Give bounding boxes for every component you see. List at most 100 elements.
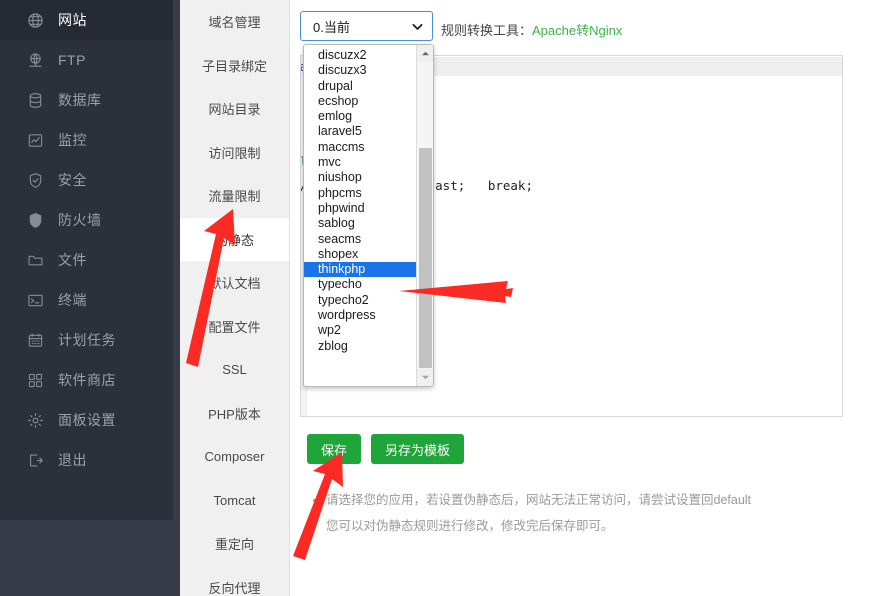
- submenu-item-2[interactable]: 子目录绑定: [180, 44, 289, 88]
- submenu-item-10[interactable]: PHP版本: [180, 392, 289, 436]
- dropdown-scrollbar[interactable]: [416, 45, 433, 386]
- main-content-pane: 0.当前 规则转换工具：Apache转Nginx untime|applicat…: [291, 0, 896, 596]
- sidebar-item-7[interactable]: 文件: [0, 240, 180, 280]
- submenu-item-1[interactable]: 域名管理: [180, 0, 289, 44]
- sidebar-item-label: 计划任务: [58, 330, 116, 350]
- chevron-down-icon: [411, 20, 424, 33]
- application-option-list: discuzx2discuzx3drupalecshopemloglaravel…: [304, 48, 417, 354]
- submenu-item-label: PHP版本: [208, 404, 261, 423]
- submenu-item-6[interactable]: 伪静态: [180, 218, 289, 262]
- bullet-icon: [313, 499, 316, 502]
- sidebar-item-11[interactable]: 面板设置: [0, 400, 180, 440]
- site-settings-menu-list: 域名管理子目录绑定网站目录访问限制流量限制伪静态默认文档配置文件 SSL PHP版本…: [180, 0, 289, 596]
- sidebar-item-3[interactable]: 数据库: [0, 80, 180, 120]
- submenu-item-label: SSL: [222, 362, 247, 377]
- dropdown-option-thinkphp[interactable]: thinkphp: [304, 262, 417, 277]
- sidebar-item-2[interactable]: FTP: [0, 40, 180, 80]
- dropdown-option-discuzx3[interactable]: discuzx3: [304, 63, 417, 78]
- scroll-up-arrow-icon[interactable]: [417, 45, 434, 62]
- dropdown-option-emlog[interactable]: emlog: [304, 109, 417, 124]
- submenu-item-4[interactable]: 访问限制: [180, 131, 289, 175]
- submenu-item-label: 流量限制: [208, 186, 260, 205]
- sidebar-item-9[interactable]: 计划任务: [0, 320, 180, 360]
- dropdown-option-wordpress[interactable]: wordpress: [304, 308, 417, 323]
- grid-icon: [26, 371, 44, 389]
- dropdown-option-discuzx2[interactable]: discuzx2: [304, 48, 417, 63]
- sidebar-divider: [173, 0, 180, 596]
- submenu-item-label: Tomcat: [214, 493, 256, 508]
- dropdown-option-niushop[interactable]: niushop: [304, 170, 417, 185]
- monitor-icon: [26, 131, 44, 149]
- dropdown-option-laravel5[interactable]: laravel5: [304, 124, 417, 139]
- sidebar-item-1[interactable]: 网站: [0, 0, 180, 40]
- application-select[interactable]: 0.当前: [300, 11, 433, 41]
- submenu-item-label: 反向代理: [208, 578, 260, 596]
- primary-sidebar: 网站 FTP数据库监控安全防火墙文件终端计划任务软件商店面板设置退出: [0, 0, 180, 596]
- sidebar-item-label: 安全: [58, 170, 87, 190]
- sidebar-item-12[interactable]: 退出: [0, 440, 180, 480]
- app-root: 网站 FTP数据库监控安全防火墙文件终端计划任务软件商店面板设置退出 域名管理子目…: [0, 0, 896, 596]
- apache-to-nginx-link[interactable]: Apache转Nginx: [532, 23, 622, 38]
- database-icon: [26, 91, 44, 109]
- bullet-icon: [313, 525, 316, 528]
- dropdown-option-ecshop[interactable]: ecshop: [304, 94, 417, 109]
- dropdown-option-wp2[interactable]: wp2: [304, 323, 417, 338]
- hint-row-2: 您可以对伪静态规则进行修改，修改完后保存即可。: [307, 513, 827, 539]
- submenu-item-3[interactable]: 网站目录: [180, 87, 289, 131]
- dropdown-option-sablog[interactable]: sablog: [304, 216, 417, 231]
- dropdown-option-phpcms[interactable]: phpcms: [304, 186, 417, 201]
- submenu-item-11[interactable]: Composer: [180, 435, 289, 479]
- submenu-item-5[interactable]: 流量限制: [180, 174, 289, 218]
- submenu-item-label: 访问限制: [208, 143, 260, 162]
- folder-icon: [26, 251, 44, 269]
- rule-conversion-tool: 规则转换工具：Apache转Nginx: [441, 20, 622, 39]
- primary-nav-list: 网站 FTP数据库监控安全防火墙文件终端计划任务软件商店面板设置退出: [0, 0, 180, 480]
- terminal-icon: [26, 291, 44, 309]
- gear-icon: [26, 411, 44, 429]
- submenu-item-13[interactable]: 重定向: [180, 522, 289, 566]
- submenu-item-label: 伪静态: [215, 230, 254, 249]
- sidebar-item-label: 退出: [58, 450, 87, 470]
- sidebar-item-6[interactable]: 防火墙: [0, 200, 180, 240]
- submenu-item-7[interactable]: 默认文档: [180, 261, 289, 305]
- dropdown-option-zblog[interactable]: zblog: [304, 339, 417, 354]
- save-as-template-button[interactable]: 另存为模板: [371, 434, 464, 464]
- dropdown-option-phpwind[interactable]: phpwind: [304, 201, 417, 216]
- hint-text: 请选择您的应用，若设置伪静态后，网站无法正常访问，请尝试设置回default: [326, 493, 751, 507]
- submenu-item-label: Composer: [205, 449, 265, 464]
- sidebar-item-label: 监控: [58, 130, 87, 150]
- scroll-down-arrow-icon[interactable]: [417, 369, 434, 386]
- dropdown-option-typecho[interactable]: typecho: [304, 277, 417, 292]
- site-settings-menu: 域名管理子目录绑定网站目录访问限制流量限制伪静态默认文档配置文件 SSL PHP版本…: [180, 0, 290, 596]
- rule-conversion-tool-label: 规则转换工具：: [441, 23, 532, 38]
- firewall-icon: [26, 211, 44, 229]
- sidebar-item-label: 文件: [58, 250, 87, 270]
- submenu-item-9[interactable]: SSL: [180, 348, 289, 392]
- submenu-item-label: 网站目录: [208, 99, 260, 118]
- sidebar-item-label: 终端: [58, 290, 87, 310]
- sidebar-item-8[interactable]: 终端: [0, 280, 180, 320]
- submenu-item-14[interactable]: 反向代理: [180, 566, 289, 596]
- dropdown-option-maccms[interactable]: maccms: [304, 140, 417, 155]
- save-button[interactable]: 保存: [307, 434, 361, 464]
- hint-row-1: 请选择您的应用，若设置伪静态后，网站无法正常访问，请尝试设置回default: [307, 487, 827, 513]
- sidebar-item-5[interactable]: 安全: [0, 160, 180, 200]
- sidebar-item-label: 网站: [58, 10, 87, 30]
- shield-check-icon: [26, 171, 44, 189]
- sidebar-item-label: 防火墙: [58, 210, 102, 230]
- sidebar-item-10[interactable]: 软件商店: [0, 360, 180, 400]
- dropdown-option-typecho2[interactable]: typecho2: [304, 293, 417, 308]
- hint-text: 您可以对伪静态规则进行修改，修改完后保存即可。: [326, 519, 614, 533]
- dropdown-option-seacms[interactable]: seacms: [304, 232, 417, 247]
- hint-list: 请选择您的应用，若设置伪静态后，网站无法正常访问，请尝试设置回default 您可…: [307, 487, 827, 539]
- sidebar-item-4[interactable]: 监控: [0, 120, 180, 160]
- dropdown-option-mvc[interactable]: mvc: [304, 155, 417, 170]
- application-dropdown-list[interactable]: discuzx2discuzx3drupalecshopemloglaravel…: [303, 44, 434, 387]
- submenu-item-8[interactable]: 配置文件: [180, 305, 289, 349]
- submenu-item-label: 配置文件: [208, 317, 260, 336]
- dropdown-scrollbar-thumb[interactable]: [419, 148, 432, 368]
- dropdown-option-shopex[interactable]: shopex: [304, 247, 417, 262]
- ftp-icon: [26, 51, 44, 69]
- dropdown-option-drupal[interactable]: drupal: [304, 79, 417, 94]
- submenu-item-12[interactable]: Tomcat: [180, 479, 289, 523]
